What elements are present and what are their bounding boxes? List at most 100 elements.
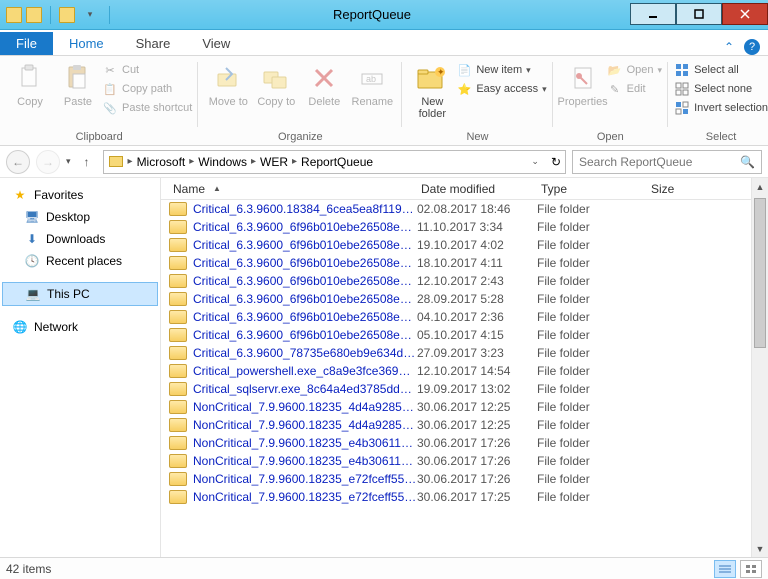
paste-button[interactable]: Paste <box>54 60 102 108</box>
col-type[interactable]: Type <box>537 182 647 196</box>
crumb-reportqueue[interactable]: ReportQueue <box>301 155 373 169</box>
edit-button[interactable]: ✎Edit <box>607 81 662 97</box>
scroll-up-button[interactable]: ▲ <box>752 178 768 195</box>
copy-button[interactable]: Copy <box>6 60 54 108</box>
ribbon-group-open: Properties 📂Open▾ ✎Edit Open <box>553 56 668 145</box>
file-row[interactable]: NonCritical_7.9.9600.18235_4d4a9285a2d..… <box>161 398 751 416</box>
address-dropdown[interactable]: ⌄ <box>531 156 539 167</box>
scissors-icon: ✂ <box>102 62 118 78</box>
view-tab[interactable]: View <box>186 32 246 55</box>
file-row[interactable]: NonCritical_7.9.9600.18235_e4b3061182fe.… <box>161 434 751 452</box>
column-headers[interactable]: Name▲ Date modified Type Size <box>161 178 751 200</box>
nav-thispc[interactable]: 💻This PC <box>2 282 158 306</box>
file-row[interactable]: Critical_6.3.9600_6f96b010ebe26508e78bd.… <box>161 236 751 254</box>
folder-icon <box>169 346 187 360</box>
help-icon[interactable]: ? <box>744 39 760 55</box>
new-folder-button[interactable]: ✦New folder <box>408 60 456 120</box>
nav-recent[interactable]: 🕓Recent places <box>0 250 160 272</box>
rename-button[interactable]: abRename <box>348 60 396 108</box>
file-row[interactable]: Critical_6.3.9600_6f96b010ebe26508e78bd.… <box>161 218 751 236</box>
file-type: File folder <box>537 220 647 234</box>
search-box[interactable]: 🔍 <box>572 150 762 174</box>
file-row[interactable]: Critical_6.3.9600_6f96b010ebe26508e78bd.… <box>161 254 751 272</box>
folder-icon <box>169 292 187 306</box>
nav-network[interactable]: 🌐Network <box>0 316 160 338</box>
file-name: NonCritical_7.9.9600.18235_4d4a9285a2d..… <box>193 418 417 432</box>
qat-folder2-icon[interactable] <box>59 7 75 23</box>
file-name: Critical_6.3.9600_6f96b010ebe26508e78bd.… <box>193 274 417 288</box>
svg-text:✦: ✦ <box>437 67 445 77</box>
title-bar: ▾ ReportQueue <box>0 0 768 30</box>
nav-downloads[interactable]: ⬇Downloads <box>0 228 160 250</box>
file-type: File folder <box>537 382 647 396</box>
back-button[interactable]: ← <box>6 150 30 174</box>
folder-icon <box>108 154 124 170</box>
file-name: Critical_6.3.9600_6f96b010ebe26508e78bd.… <box>193 238 417 252</box>
select-none-button[interactable]: Select none <box>674 81 768 97</box>
col-date[interactable]: Date modified <box>417 182 537 196</box>
icons-view-button[interactable] <box>740 560 762 578</box>
move-to-button[interactable]: Move to <box>204 60 252 108</box>
select-all-button[interactable]: Select all <box>674 62 768 78</box>
crumb-wer[interactable]: WER <box>260 155 288 169</box>
invert-selection-button[interactable]: Invert selection <box>674 100 768 116</box>
qat-folder-icon[interactable] <box>26 7 42 23</box>
cut-button[interactable]: ✂Cut <box>102 62 192 78</box>
nav-favorites[interactable]: ★Favorites <box>0 184 160 206</box>
scroll-down-button[interactable]: ▼ <box>752 540 768 557</box>
scrollbar[interactable]: ▲ ▼ <box>751 178 768 557</box>
forward-button[interactable]: → <box>36 150 60 174</box>
home-tab[interactable]: Home <box>53 32 120 55</box>
maximize-button[interactable] <box>676 3 722 25</box>
file-tab[interactable]: File <box>0 32 53 55</box>
folder-icon <box>169 382 187 396</box>
file-row[interactable]: Critical_sqlservr.exe_8c64a4ed3785dd2e8.… <box>161 380 751 398</box>
nav-desktop[interactable]: 🖥Desktop <box>0 206 160 228</box>
copy-to-button[interactable]: Copy to <box>252 60 300 108</box>
delete-button[interactable]: Delete <box>300 60 348 108</box>
search-input[interactable] <box>579 155 740 169</box>
file-row[interactable]: Critical_6.3.9600_6f96b010ebe26508e78bd.… <box>161 272 751 290</box>
file-row[interactable]: Critical_6.3.9600_6f96b010ebe26508e78bd.… <box>161 290 751 308</box>
scroll-thumb[interactable] <box>754 198 766 348</box>
properties-button[interactable]: Properties <box>559 60 607 108</box>
file-row[interactable]: Critical_powershell.exe_c8a9e3fce3693e5.… <box>161 362 751 380</box>
close-button[interactable] <box>722 3 768 25</box>
paste-shortcut-button[interactable]: 📎Paste shortcut <box>102 100 192 116</box>
minimize-button[interactable] <box>630 3 676 25</box>
crumb-microsoft[interactable]: Microsoft <box>137 155 186 169</box>
file-row[interactable]: NonCritical_7.9.9600.18235_e72fceff55eae… <box>161 488 751 506</box>
address-bar[interactable]: ▸ Microsoft▸ Windows▸ WER▸ ReportQueue ⌄… <box>103 150 566 174</box>
file-row[interactable]: Critical_6.3.9600_6f96b010ebe26508e78bd.… <box>161 326 751 344</box>
file-date: 30.06.2017 12:25 <box>417 418 537 432</box>
search-icon[interactable]: 🔍 <box>740 155 755 169</box>
file-date: 12.10.2017 2:43 <box>417 274 537 288</box>
copy-path-icon: 📋 <box>102 81 118 97</box>
history-dropdown[interactable]: ▾ <box>66 156 71 167</box>
col-size[interactable]: Size <box>647 182 751 196</box>
file-row[interactable]: Critical_6.3.9600_78735e680eb9e634d1221.… <box>161 344 751 362</box>
folder-icon <box>169 202 187 216</box>
shortcut-icon: 📎 <box>102 100 118 116</box>
qat-dropdown[interactable]: ▾ <box>79 5 101 25</box>
sort-indicator-icon: ▲ <box>213 184 221 193</box>
file-row[interactable]: Critical_6.3.9600.18384_6cea5ea8f1199a2a… <box>161 200 751 218</box>
easy-access-button[interactable]: ⭐Easy access▾ <box>456 81 546 97</box>
refresh-icon[interactable]: ↻ <box>551 155 561 169</box>
file-row[interactable]: NonCritical_7.9.9600.18235_e72fceff55eae… <box>161 470 751 488</box>
new-item-button[interactable]: 📄New item▾ <box>456 62 546 78</box>
ribbon-collapse-icon[interactable]: ⌃ <box>724 40 734 54</box>
file-type: File folder <box>537 346 647 360</box>
folder-icon <box>169 328 187 342</box>
folder-icon <box>169 256 187 270</box>
details-view-button[interactable] <box>714 560 736 578</box>
open-button[interactable]: 📂Open▾ <box>607 62 662 78</box>
copy-path-button[interactable]: 📋Copy path <box>102 81 192 97</box>
share-tab[interactable]: Share <box>120 32 187 55</box>
col-name[interactable]: Name▲ <box>169 182 417 196</box>
file-row[interactable]: NonCritical_7.9.9600.18235_e4b3061182fe.… <box>161 452 751 470</box>
up-button[interactable]: ↑ <box>77 152 97 172</box>
file-row[interactable]: NonCritical_7.9.9600.18235_4d4a9285a2d..… <box>161 416 751 434</box>
crumb-windows[interactable]: Windows <box>198 155 247 169</box>
file-row[interactable]: Critical_6.3.9600_6f96b010ebe26508e78bd.… <box>161 308 751 326</box>
